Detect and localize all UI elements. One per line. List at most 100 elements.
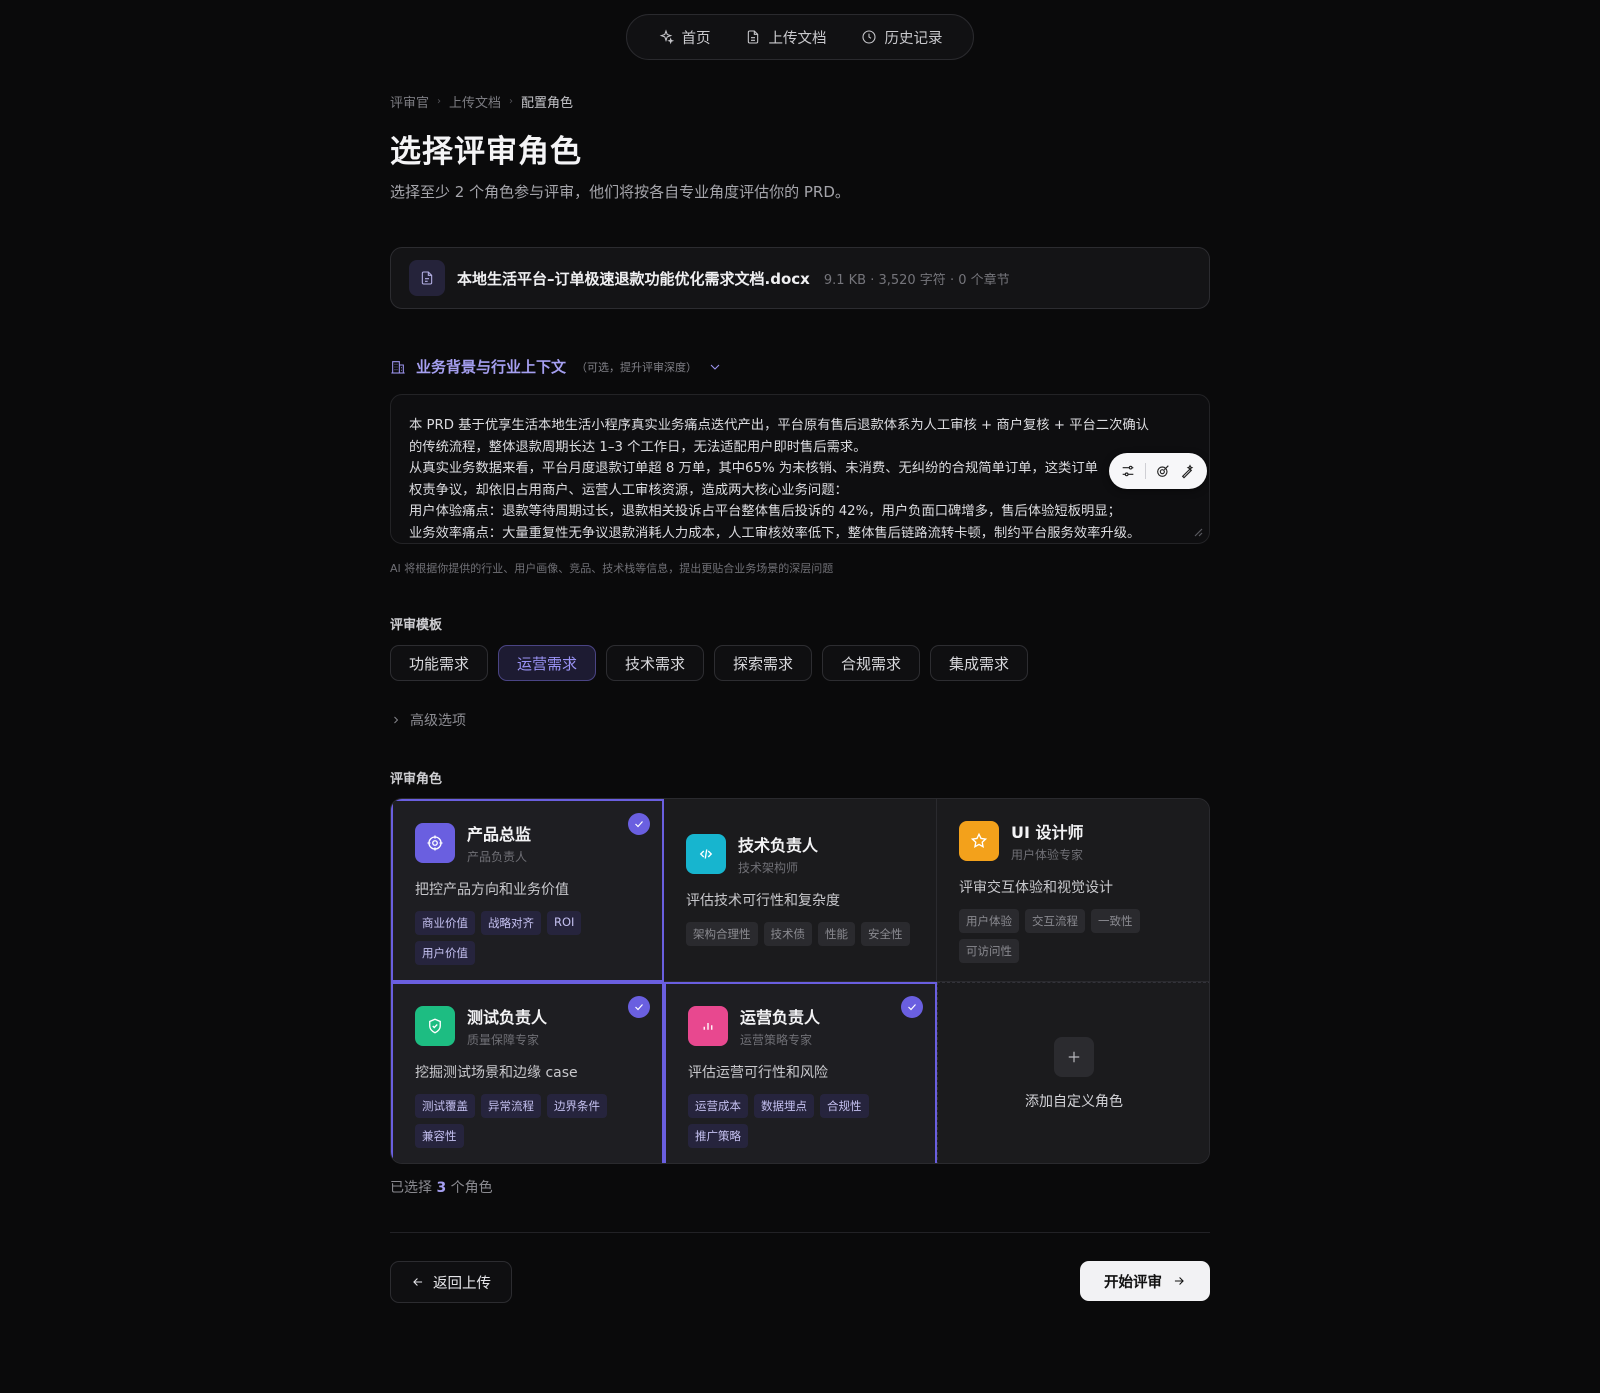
role-card-tech-lead[interactable]: 技术负责人 技术架构师 评估技术可行性和复杂度 架构合理性 技术债 性能 安全性 xyxy=(664,799,937,982)
check-icon xyxy=(901,996,923,1018)
role-tags: 架构合理性 技术债 性能 安全性 xyxy=(686,922,914,946)
breadcrumb-item-home[interactable]: 评审官 xyxy=(390,92,429,111)
roles-section-label: 评审角色 xyxy=(390,772,443,787)
selected-count: 已选择 3 个角色 xyxy=(390,1177,1210,1197)
role-description: 评审交互体验和视觉设计 xyxy=(959,880,1113,896)
page-title: 选择评审角色 xyxy=(390,134,582,170)
role-card-qa-lead[interactable]: 测试负责人 质量保障专家 挖掘测试场景和边缘 case 测试覆盖 异常流程 边界… xyxy=(391,982,664,1163)
role-tag: ROI xyxy=(547,911,582,935)
role-tag: 用户体验 xyxy=(959,909,1019,933)
role-tag: 用户价值 xyxy=(415,941,475,965)
chevron-down-icon xyxy=(710,364,720,370)
target-pen-icon[interactable] xyxy=(1155,463,1171,479)
nav-upload-label: 上传文档 xyxy=(768,30,827,47)
check-icon xyxy=(628,813,650,835)
context-text-line: 从真实业务数据来看，平台月度退款订单超 8 万单，其中65% 为未核销、未消费、… xyxy=(409,461,1098,477)
role-subtitle: 质量保障专家 xyxy=(467,1033,540,1047)
template-functional[interactable]: 功能需求 xyxy=(390,645,488,681)
role-tag: 可访问性 xyxy=(959,939,1019,963)
magic-pen-icon[interactable] xyxy=(1180,463,1196,479)
sparkle-icon xyxy=(659,29,674,45)
role-subtitle: 技术架构师 xyxy=(738,861,799,875)
add-custom-role-label: 添加自定义角色 xyxy=(1025,1093,1123,1110)
role-tags: 商业价值 战略对齐 ROI 用户价值 xyxy=(415,911,640,965)
role-tag: 商业价值 xyxy=(415,911,475,935)
breadcrumb: 评审官 › 上传文档 › 配置角色 xyxy=(390,92,1210,111)
role-tag: 架构合理性 xyxy=(686,922,758,946)
start-button-label: 开始评审 xyxy=(1104,1274,1162,1291)
role-subtitle: 运营策略专家 xyxy=(740,1033,813,1047)
context-text-line: 的传统流程，整体退款周期长达 1–3 个工作日，无法适配用户即时售后需求。 xyxy=(409,439,867,455)
building-icon xyxy=(391,360,405,374)
role-description: 评估技术可行性和复杂度 xyxy=(686,893,840,909)
role-tag: 交互流程 xyxy=(1025,909,1085,933)
template-operations[interactable]: 运营需求 xyxy=(498,645,596,681)
file-meta: 9.1 KB · 3,520 字符 · 0 个章节 xyxy=(823,272,1010,288)
advanced-options-toggle[interactable]: 高级选项 xyxy=(390,710,1210,730)
context-text-line: 用户体验痛点：退款等待周期过长，退款相关投诉占平台整体售后投诉的 42%，用户负… xyxy=(409,504,1121,520)
template-section-label: 评审模板 xyxy=(390,618,443,633)
role-tags: 用户体验 交互流程 一致性 可访问性 xyxy=(959,909,1189,963)
role-card-ops-lead[interactable]: 运营负责人 运营策略专家 评估运营可行性和风险 运营成本 数据埋点 合规性 推广… xyxy=(664,982,937,1163)
arrow-right-icon xyxy=(1174,1277,1184,1285)
role-tag: 运营成本 xyxy=(688,1094,748,1118)
role-title: 产品总监 xyxy=(467,825,532,844)
selected-count-number: 3 xyxy=(436,1180,447,1196)
context-label: 业务背景与行业上下文 xyxy=(416,358,567,376)
toolbar-divider xyxy=(1144,463,1146,479)
nav-home[interactable]: 首页 xyxy=(658,27,711,48)
file-name: 本地生活平台–订单极速退款功能优化需求文档.docx xyxy=(457,269,810,288)
context-textarea[interactable]: 本 PRD 基于优享生活本地生活小程序真实业务痛点迭代产出，平台原有售后退款体系… xyxy=(390,394,1210,544)
nav-upload[interactable]: 上传文档 xyxy=(745,27,827,48)
role-description: 把控产品方向和业务价值 xyxy=(415,882,569,898)
role-card-product-director[interactable]: 产品总监 产品负责人 把控产品方向和业务价值 商业价值 战略对齐 ROI 用户价… xyxy=(391,799,664,982)
role-title: UI 设计师 xyxy=(1011,823,1084,842)
shield-icon xyxy=(415,1006,455,1046)
context-hint: （可选，提升评审深度） xyxy=(576,360,698,374)
chevron-right-icon xyxy=(394,716,399,724)
template-integration[interactable]: 集成需求 xyxy=(930,645,1028,681)
role-title: 技术负责人 xyxy=(738,836,819,855)
template-technical[interactable]: 技术需求 xyxy=(606,645,704,681)
role-title: 运营负责人 xyxy=(740,1008,821,1027)
sliders-icon[interactable] xyxy=(1120,463,1136,479)
template-pills: 功能需求 运营需求 技术需求 探索需求 合规需求 集成需求 xyxy=(390,645,1210,681)
nav-home-label: 首页 xyxy=(681,30,711,47)
file-icon xyxy=(409,260,445,296)
role-title: 测试负责人 xyxy=(467,1008,548,1027)
role-card-ui-designer[interactable]: UI 设计师 用户体验专家 评审交互体验和视觉设计 用户体验 交互流程 一致性 … xyxy=(937,799,1209,982)
role-tags: 运营成本 数据埋点 合规性 推广策略 xyxy=(688,1094,913,1148)
advanced-options-label: 高级选项 xyxy=(410,713,466,729)
breadcrumb-item-upload[interactable]: 上传文档 xyxy=(449,92,501,111)
target-icon xyxy=(415,823,455,863)
nav-history-label: 历史记录 xyxy=(884,30,943,47)
role-tags: 测试覆盖 异常流程 边界条件 兼容性 xyxy=(415,1094,640,1148)
page-subtitle: 选择至少 2 个角色参与评审，他们将按各自专业角度评估你的 PRD。 xyxy=(390,183,850,201)
context-text-line: 业务效率痛点：大量重复性无争议退款消耗人力成本，人工审核效率低下，整体售后链路流… xyxy=(409,525,1141,541)
context-text-line: 权责争议，却依旧占用商户、运营人工审核资源，造成两大核心业务问题： xyxy=(409,482,848,498)
add-custom-role-card[interactable]: 添加自定义角色 xyxy=(937,982,1209,1163)
role-tag: 技术债 xyxy=(763,922,812,946)
clock-icon xyxy=(861,30,876,44)
floating-toolbar xyxy=(1109,453,1207,489)
role-tag: 兼容性 xyxy=(415,1124,464,1148)
role-tag: 安全性 xyxy=(861,922,910,946)
context-note: AI 将根据你提供的行业、用户画像、竞品、技术栈等信息，提出更贴合业务场景的深层… xyxy=(390,562,834,575)
back-button-label: 返回上传 xyxy=(433,1275,491,1292)
divider xyxy=(390,1232,1210,1233)
context-toggle[interactable]: 业务背景与行业上下文 （可选，提升评审深度） xyxy=(390,356,1210,377)
breadcrumb-item-current: 配置角色 xyxy=(521,96,574,111)
breadcrumb-separator: › xyxy=(509,96,514,107)
template-exploration[interactable]: 探索需求 xyxy=(714,645,812,681)
role-tag: 合规性 xyxy=(820,1094,869,1118)
role-tag: 战略对齐 xyxy=(481,911,541,935)
plus-icon xyxy=(1054,1036,1094,1077)
nav-history[interactable]: 历史记录 xyxy=(861,27,943,48)
template-compliance[interactable]: 合规需求 xyxy=(822,645,920,681)
resize-handle-icon[interactable] xyxy=(1191,525,1203,537)
roles-grid: 产品总监 产品负责人 把控产品方向和业务价值 商业价值 战略对齐 ROI 用户价… xyxy=(390,798,1210,1164)
role-tag: 数据埋点 xyxy=(754,1094,814,1118)
start-review-button[interactable]: 开始评审 xyxy=(1080,1261,1210,1301)
back-to-upload-button[interactable]: 返回上传 xyxy=(390,1261,512,1303)
selected-count-suffix: 个角色 xyxy=(450,1180,493,1196)
